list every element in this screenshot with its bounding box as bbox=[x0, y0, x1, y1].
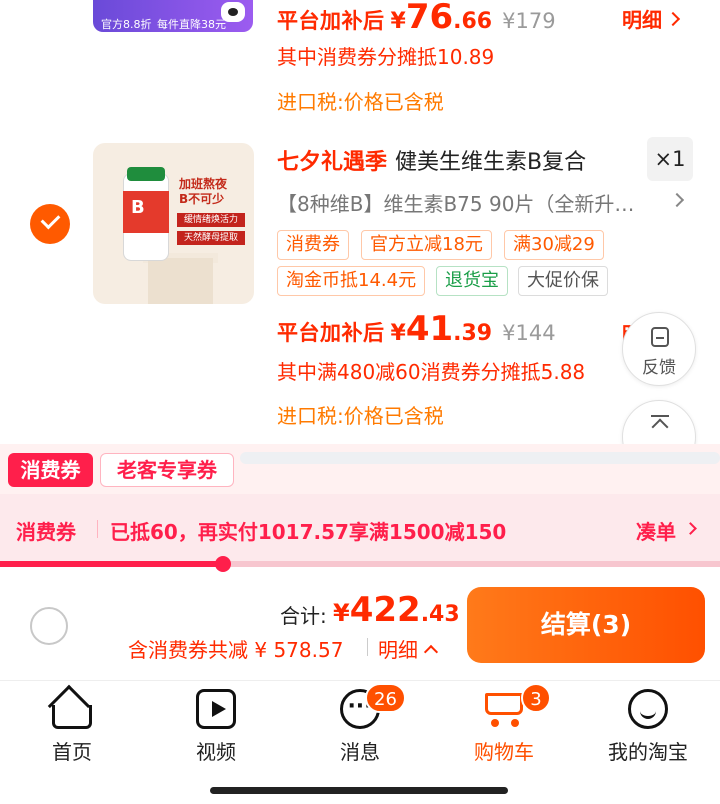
chevron-right-icon bbox=[684, 522, 697, 535]
original-price: ¥179 bbox=[502, 9, 556, 33]
thumb-promo-left: 官方8.8折 bbox=[101, 18, 152, 31]
mascot-icon bbox=[221, 2, 245, 22]
saving-separator bbox=[367, 638, 368, 656]
product-title-text: 健美生维生素B复合 bbox=[395, 150, 587, 175]
tag-taojinbi: 淘金币抵14.4元 bbox=[277, 266, 426, 296]
add-items-link[interactable]: 凑单 bbox=[636, 516, 676, 545]
checkout-button[interactable]: 结算(3) bbox=[467, 587, 705, 663]
coupon-progress-track bbox=[0, 561, 720, 567]
total-price: ¥ 422 .43 bbox=[333, 590, 460, 630]
bottom-tab-bar: 首页 视频 消息 26 购物车 3 我的淘宝 bbox=[0, 680, 720, 804]
tag-consumer-coupon: 消费券 bbox=[277, 230, 349, 260]
tab-cart[interactable]: 购物车 3 bbox=[449, 681, 559, 771]
image-stand bbox=[148, 258, 213, 304]
total-yen: ¥ bbox=[333, 599, 350, 627]
coupon-progress-fill bbox=[0, 561, 224, 567]
saving-summary: 含消费券共减 ¥ 578.57 bbox=[128, 638, 344, 662]
top-item-detail-link[interactable]: 明细 bbox=[622, 4, 681, 33]
product-image[interactable]: B 加班熬夜 B不可少 缓情绪焕活力 天然酵母提取 bbox=[93, 143, 254, 304]
sku-selector[interactable]: 【8种维B】维生素B75 90片（全新升… bbox=[277, 188, 669, 217]
price-yen: ¥ bbox=[390, 321, 406, 346]
product-thumbnail-top[interactable]: 官方8.8折 每件直降38元 bbox=[93, 0, 253, 32]
bottle-label-text: B bbox=[131, 197, 145, 218]
tab-home[interactable]: 首页 bbox=[17, 681, 127, 771]
total-integer: 422 bbox=[349, 590, 421, 630]
cart-wheel-icon bbox=[511, 719, 519, 727]
detail-label: 明细 bbox=[622, 8, 662, 32]
price-yen: ¥ bbox=[390, 9, 406, 34]
coupon-bar-label: 消费券 bbox=[16, 520, 76, 544]
cart-wheel-icon bbox=[491, 719, 499, 727]
tab-cart-label: 购物车 bbox=[474, 740, 534, 764]
tag-price-protection: 大促价保 bbox=[518, 266, 608, 296]
chevron-up-icon bbox=[423, 644, 439, 659]
tab-messages-label: 消息 bbox=[340, 740, 380, 764]
image-promo-line1: 加班熬夜 bbox=[179, 177, 228, 191]
section-divider bbox=[240, 452, 720, 464]
tab-consumer-coupon[interactable]: 消费券 bbox=[8, 453, 93, 487]
item-select-checkbox[interactable] bbox=[30, 204, 70, 244]
tab-messages[interactable]: 消息 26 bbox=[305, 681, 415, 771]
cart-badge: 3 bbox=[521, 683, 551, 713]
feedback-button[interactable]: 反馈 bbox=[622, 312, 696, 386]
tag-official-discount: 官方立减18元 bbox=[361, 230, 492, 260]
feedback-label: 反馈 bbox=[642, 358, 676, 378]
price-decimal: .39 bbox=[453, 321, 493, 346]
chevron-right-icon[interactable] bbox=[669, 192, 685, 208]
image-badge-1: 缓情绪焕活力 bbox=[177, 213, 245, 227]
total-label: 合计: bbox=[280, 604, 327, 628]
cart-icon bbox=[485, 693, 523, 715]
image-badge-2: 天然酵母提取 bbox=[177, 231, 245, 245]
original-price: ¥144 bbox=[502, 321, 556, 345]
image-promo-text: 加班熬夜 B不可少 bbox=[179, 177, 227, 207]
price-integer: 76 bbox=[405, 0, 454, 37]
price-integer: 41 bbox=[405, 309, 454, 349]
tag-threshold-discount: 满30减29 bbox=[504, 230, 604, 260]
home-indicator[interactable] bbox=[210, 787, 508, 794]
price-label: 平台加补后 bbox=[277, 9, 385, 33]
feedback-icon bbox=[651, 327, 669, 347]
image-promo-line2: B不可少 bbox=[179, 192, 225, 206]
select-all-checkbox[interactable] bbox=[30, 607, 68, 645]
chevron-right-icon bbox=[665, 11, 681, 26]
top-item-price: 平台加补后 ¥ 76 .66 ¥179 bbox=[277, 0, 556, 35]
saving-detail-label: 明细 bbox=[378, 638, 418, 662]
item2-price: 平台加补后 ¥ 41 .39 ¥144 bbox=[277, 312, 556, 347]
thumb-promo-right: 每件直降38元 bbox=[157, 18, 226, 31]
saving-detail-toggle[interactable]: 明细 bbox=[378, 634, 439, 663]
product-title[interactable]: 七夕礼遇季 健美生维生素B复合 bbox=[277, 144, 586, 176]
smiley-face-icon bbox=[628, 689, 668, 729]
bottle-label bbox=[123, 191, 169, 233]
total-decimal: .43 bbox=[420, 602, 460, 627]
festival-label: 七夕礼遇季 bbox=[277, 150, 388, 175]
item2-tax-note: 进口税:价格已含税 bbox=[277, 404, 444, 428]
back-to-top-icon bbox=[651, 415, 669, 435]
price-decimal: .66 bbox=[453, 9, 493, 34]
top-item-coupon-share: 其中消费券分摊抵10.89 bbox=[277, 45, 495, 69]
bottle-cap bbox=[127, 167, 165, 181]
coupon-progress-knob bbox=[215, 556, 232, 572]
tag-return-insurance: 退货宝 bbox=[436, 266, 508, 296]
price-label: 平台加补后 bbox=[277, 321, 385, 345]
tab-my-taobao[interactable]: 我的淘宝 bbox=[593, 681, 703, 771]
video-play-icon bbox=[196, 689, 236, 729]
quantity-stepper[interactable]: ×1 bbox=[647, 137, 693, 181]
messages-badge: 26 bbox=[365, 683, 406, 713]
item2-coupon-share: 其中满480减60消费券分摊抵5.88 bbox=[277, 360, 586, 384]
top-item-tax-note: 进口税:价格已含税 bbox=[277, 90, 444, 114]
home-icon bbox=[52, 705, 92, 729]
coupon-bar-message: 已抵60，再实付1017.57享满1500减150 bbox=[110, 520, 507, 544]
tab-video-label: 视频 bbox=[196, 740, 236, 764]
tab-video[interactable]: 视频 bbox=[161, 681, 271, 771]
coupon-bar-separator bbox=[97, 520, 98, 538]
coupon-progress-bar[interactable]: 消费券 已抵60，再实付1017.57享满1500减150 凑单 bbox=[0, 494, 720, 562]
tab-returning-customer-coupon[interactable]: 老客专享券 bbox=[100, 453, 234, 487]
tab-home-label: 首页 bbox=[52, 740, 92, 764]
tab-my-taobao-label: 我的淘宝 bbox=[608, 740, 688, 764]
